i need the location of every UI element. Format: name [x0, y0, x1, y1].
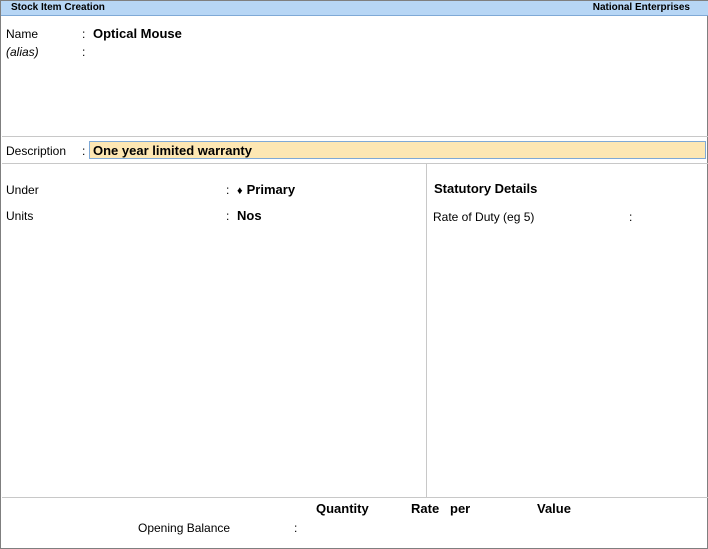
- opening-balance-label: Opening Balance: [138, 521, 231, 535]
- divider-name: [2, 136, 708, 137]
- column-rate: Rate: [411, 501, 440, 516]
- name-field[interactable]: Optical Mouse: [93, 26, 182, 41]
- statutory-heading: Statutory Details: [434, 181, 538, 196]
- description-input[interactable]: [89, 141, 706, 159]
- units-field[interactable]: Nos: [237, 208, 262, 223]
- alias-colon: :: [82, 45, 86, 59]
- column-value: Value: [537, 501, 571, 516]
- stock-item-form: Stock Item Creation National Enterprises…: [0, 0, 708, 549]
- divider-opening: [2, 497, 708, 498]
- panel-divider: [426, 164, 427, 497]
- units-colon: :: [226, 209, 230, 223]
- under-field[interactable]: ♦ Primary: [237, 182, 295, 197]
- units-label: Units: [6, 209, 34, 223]
- name-label: Name: [6, 27, 39, 41]
- alias-label: (alias): [6, 45, 39, 59]
- name-colon: :: [82, 27, 86, 41]
- under-colon: :: [226, 183, 230, 197]
- alias-field[interactable]: [93, 44, 293, 60]
- description-label: Description: [6, 144, 67, 158]
- company-name: National Enterprises: [592, 2, 690, 13]
- diamond-icon: ♦: [237, 185, 243, 197]
- screen-title: Stock Item Creation: [11, 2, 105, 13]
- rate-of-duty-colon: :: [629, 210, 633, 224]
- divider-description: [2, 163, 708, 164]
- column-quantity: Quantity: [316, 501, 369, 516]
- title-bar: Stock Item Creation National Enterprises: [1, 1, 708, 16]
- rate-of-duty-field[interactable]: [641, 209, 701, 225]
- description-colon: :: [82, 144, 86, 158]
- opening-balance-colon: :: [294, 521, 298, 535]
- opening-balance-field[interactable]: [306, 520, 701, 536]
- rate-of-duty-label: Rate of Duty (eg 5): [433, 210, 535, 224]
- column-per: per: [450, 501, 471, 516]
- under-label: Under: [6, 183, 39, 197]
- under-value: Primary: [246, 182, 296, 197]
